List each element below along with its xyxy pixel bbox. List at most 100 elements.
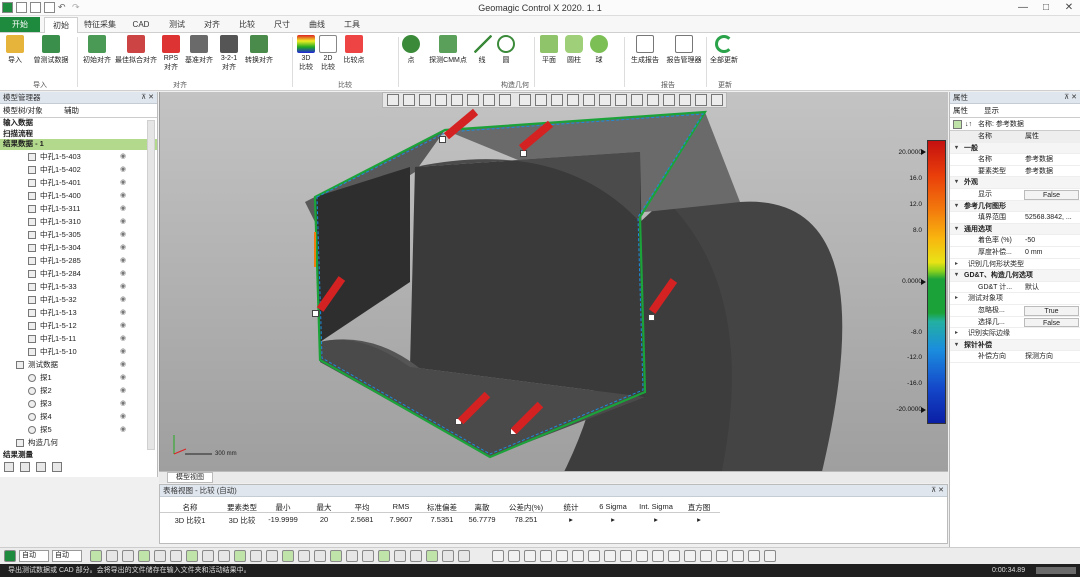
panel-controls[interactable]: ⊼ ✕ [141, 92, 154, 104]
visibility-icon[interactable]: ◉ [120, 358, 126, 371]
visibility-icon[interactable]: ◉ [120, 189, 126, 202]
expand-arrow-icon[interactable]: ▸ [955, 293, 958, 305]
mark-icon[interactable] [684, 550, 696, 562]
tab-align[interactable]: 对齐 [195, 17, 229, 32]
help-icon[interactable] [458, 550, 470, 562]
table-cell[interactable]: ▸ [592, 515, 634, 524]
property-row[interactable]: 厚度补偿... 0 mm [950, 247, 1080, 259]
expand-arrow-icon[interactable]: ▾ [955, 177, 958, 189]
grid-icon[interactable] [378, 550, 390, 562]
property-category[interactable]: ▾ 一般 [950, 142, 1080, 155]
section-input-data[interactable]: 输入数据 [0, 118, 157, 129]
visibility-icon[interactable]: ◉ [120, 280, 126, 293]
circle-button[interactable]: 圆 [496, 35, 516, 65]
record-icon[interactable] [426, 550, 438, 562]
view-3d-icon[interactable] [764, 550, 776, 562]
clear-icon[interactable] [636, 550, 648, 562]
brush-icon[interactable] [556, 550, 568, 562]
property-category[interactable]: ▾ 探针补偿 [950, 339, 1080, 352]
panel-icon-1[interactable] [4, 462, 14, 472]
tab-properties[interactable]: 属性 [953, 104, 968, 118]
tree-item[interactable]: 中孔1-5-401 ◉ [0, 176, 157, 189]
expand-arrow-icon[interactable]: ▾ [955, 224, 958, 236]
visibility-icon[interactable]: ◉ [120, 319, 126, 332]
section-icon[interactable] [218, 550, 230, 562]
section-result-data[interactable]: 结果数据 - 1 [0, 139, 157, 150]
property-category[interactable]: ▾ 参考几何图形 [950, 200, 1080, 213]
category-view-icon[interactable] [953, 120, 962, 129]
visibility-icon[interactable]: ◉ [120, 215, 126, 228]
minimize-icon[interactable]: — [1012, 1, 1034, 15]
shade-icon[interactable] [138, 550, 150, 562]
compare-point-button[interactable]: 比较点 [340, 35, 368, 65]
tree-item[interactable]: 中孔1-5-284 ◉ [0, 267, 157, 280]
tab-tools[interactable]: 工具 [335, 17, 369, 32]
lasso-icon[interactable] [540, 550, 552, 562]
visibility-icon[interactable]: ◉ [120, 371, 126, 384]
expand-arrow-icon[interactable]: ▸ [955, 328, 958, 340]
mode-select-2[interactable]: 自动 [52, 550, 82, 562]
screenshot-icon[interactable] [266, 550, 278, 562]
tree-item[interactable]: 中孔1-5-403 ◉ [0, 150, 157, 163]
section-scan-flow[interactable]: 扫描流程 [0, 129, 157, 140]
render-mode-icon[interactable] [122, 550, 134, 562]
tree-item[interactable]: 中孔1-5-304 ◉ [0, 241, 157, 254]
perspective-icon[interactable] [362, 550, 374, 562]
all-icon[interactable] [604, 550, 616, 562]
test-item[interactable]: 探5 ◉ [0, 423, 157, 436]
tab-start[interactable]: 开始 [0, 17, 40, 32]
property-row[interactable]: 补偿方向 探测方向 [950, 351, 1080, 363]
tree-item-construct[interactable]: 构造几何 [0, 436, 157, 449]
property-row[interactable]: 名称 参考数据 [950, 154, 1080, 166]
tree-item[interactable]: 中孔1-5-402 ◉ [0, 163, 157, 176]
table-cell[interactable]: ▸ [636, 515, 676, 524]
visibility-icon[interactable]: ◉ [120, 163, 126, 176]
tab-assist[interactable]: 辅助 [64, 104, 79, 118]
3d-compare-button[interactable]: 3D 比较 [296, 35, 316, 72]
light-icon[interactable] [186, 550, 198, 562]
property-row[interactable]: 要素类型 参考数据 [950, 166, 1080, 178]
tab-compare[interactable]: 比较 [230, 17, 264, 32]
mode-select-1[interactable]: 自动 [19, 550, 49, 562]
tree-item[interactable]: 中孔1-5-13 ◉ [0, 306, 157, 319]
deviation-color-bar[interactable] [927, 140, 946, 424]
property-row[interactable]: ▸ 识别实际边缘 [950, 328, 1080, 340]
3d-viewport[interactable]: 300 mm [159, 92, 948, 480]
panel-controls[interactable]: ⊼ ✕ [931, 485, 944, 497]
property-category[interactable]: ▾ 外观 [950, 177, 1080, 189]
rps-align-button[interactable]: RPS 对齐 [160, 35, 182, 72]
export-test-data-button[interactable]: 曾测试数据 [28, 35, 74, 65]
expand-arrow-icon[interactable]: ▾ [955, 340, 958, 352]
compare-icon[interactable] [732, 550, 744, 562]
tab-model-view[interactable]: 模型视图 [167, 472, 213, 483]
property-row[interactable]: 选择几... False [950, 317, 1080, 329]
tree-scrollbar[interactable] [147, 120, 155, 450]
expand-arrow-icon[interactable]: ▾ [955, 201, 958, 213]
tree-item[interactable]: 中孔1-5-32 ◉ [0, 293, 157, 306]
snap-icon[interactable] [330, 550, 342, 562]
tab-initial[interactable]: 初始 [44, 17, 78, 33]
colorbar-marker-zero[interactable] [921, 279, 926, 285]
property-row[interactable]: 着色率 (%) -50 [950, 235, 1080, 247]
tab-model-tree[interactable]: 模型树/对象 [3, 104, 43, 118]
colorbar-marker-max[interactable] [921, 149, 926, 155]
tree-item[interactable]: 中孔1-5-310 ◉ [0, 215, 157, 228]
plane-button[interactable]: 平面 [538, 35, 560, 65]
sphere-button[interactable]: 球 [588, 35, 610, 65]
tree-item[interactable]: 中孔1-5-33 ◉ [0, 280, 157, 293]
cylinder-button[interactable]: 圆柱 [563, 35, 585, 65]
table-header-cell[interactable]: RMS [382, 502, 420, 511]
table-cell[interactable]: ▸ [678, 515, 720, 524]
circle-select-icon[interactable] [508, 550, 520, 562]
invert-icon[interactable] [620, 550, 632, 562]
tree-item[interactable]: 中孔1-5-305 ◉ [0, 228, 157, 241]
property-row[interactable]: ▸ 测试对象项 [950, 293, 1080, 305]
visibility-icon[interactable]: ◉ [120, 176, 126, 189]
test-item[interactable]: 探4 ◉ [0, 410, 157, 423]
flag-icon[interactable] [700, 550, 712, 562]
probe-cmm-point-button[interactable]: 探测CMM点 [424, 35, 472, 65]
panel-icon-3[interactable] [36, 462, 46, 472]
callout-anchor-3[interactable] [312, 310, 319, 317]
visibility-icon[interactable]: ◉ [120, 293, 126, 306]
initial-align-button[interactable]: 初始对齐 [80, 35, 114, 65]
